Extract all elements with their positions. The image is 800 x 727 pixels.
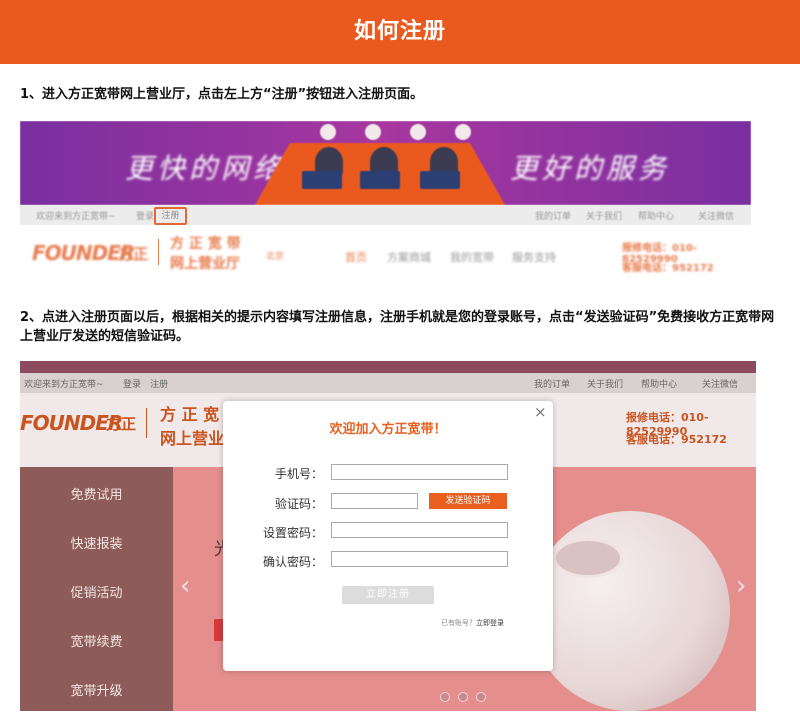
register-submit-button[interactable]: 立即注册 xyxy=(342,586,434,604)
laptop-icon xyxy=(420,171,460,189)
nav-my-broadband[interactable]: 我的宽带 xyxy=(450,249,494,265)
clock-icon xyxy=(320,124,336,140)
subnav-login-link[interactable]: 登录 xyxy=(136,209,154,222)
login-hint: 已有账号？立即登录 xyxy=(441,618,504,628)
subnav-orders-link[interactable]: 我的订单 xyxy=(535,209,571,222)
topnav-register-link[interactable]: 注册 xyxy=(150,377,168,390)
logo-text-cn: 方正 xyxy=(106,415,137,433)
login-link[interactable]: 立即登录 xyxy=(476,619,504,627)
topnav-about-link[interactable]: 关于我们 xyxy=(587,377,623,390)
password-label: 设置密码： xyxy=(262,526,323,540)
subnav-wechat-link[interactable]: 关注微信 xyxy=(698,209,734,222)
top-strip xyxy=(20,361,756,373)
city-selector[interactable]: 北京 xyxy=(266,249,284,262)
slider-dot[interactable] xyxy=(476,692,486,702)
topnav-wechat-link[interactable]: 关注微信 xyxy=(702,377,738,390)
modal-title: 欢迎加入方正宽带！ xyxy=(329,422,447,437)
password-input[interactable] xyxy=(331,522,508,538)
screenshot-homepage: 更快的网络 更好的服务 欢迎来到方正宽带~ 登录 我的订单 关于我们 帮助中心 … xyxy=(20,121,751,281)
site-header: FOUNDER 方正 方 正 宽 带 网上营业厅 北京 首页 方案商城 我的宽带… xyxy=(20,225,751,281)
logo-divider xyxy=(158,239,159,265)
logo-divider xyxy=(146,408,147,438)
step-1-text: 1、进入方正宽带网上营业厅，点击左上方“注册”按钮进入注册页面。 xyxy=(20,87,424,102)
side-menu: 免费试用 快速报装 促销活动 宽带续费 宽带升级 xyxy=(20,467,173,711)
page-title: 如何注册 xyxy=(353,19,446,44)
clock-icon xyxy=(365,124,381,140)
nav-support[interactable]: 服务支持 xyxy=(512,249,556,265)
logo-text-cn: 方正 xyxy=(118,245,149,263)
clock-icon xyxy=(410,124,426,140)
phone-input[interactable] xyxy=(331,464,508,480)
nav-home[interactable]: 首页 xyxy=(345,249,367,265)
banner-slogan-right: 更好的服务 xyxy=(510,152,671,185)
laptop-icon xyxy=(360,171,400,189)
subnav-help-link[interactable]: 帮助中心 xyxy=(638,209,674,222)
topnav-login-link[interactable]: 登录 xyxy=(123,377,141,390)
robot-vacuum-sensor xyxy=(553,538,623,578)
brand-line-2: 网上营业 xyxy=(160,429,225,448)
menu-free-trial[interactable]: 免费试用 xyxy=(20,484,173,503)
laptop-icon xyxy=(302,171,342,189)
top-subnav: 欢迎来到方正宽带~ 登录 注册 我的订单 关于我们 帮助中心 关注微信 xyxy=(20,373,756,393)
menu-promotions[interactable]: 促销活动 xyxy=(20,582,173,601)
step-2-text: 2、点进入注册页面以后，根据相关的提示内容填写注册信息，注册手机就是您的登录账号… xyxy=(20,310,775,344)
nav-shop[interactable]: 方案商城 xyxy=(387,249,431,265)
confirm-password-input[interactable] xyxy=(331,551,508,567)
service-phone: 客服电话：952172 xyxy=(626,433,727,446)
confirm-password-label: 确认密码： xyxy=(262,555,323,569)
register-modal: × 欢迎加入方正宽带！ 手机号： 验证码： 发送验证码 设置密码： 确认密码： … xyxy=(223,401,553,671)
topnav-orders-link[interactable]: 我的订单 xyxy=(534,377,570,390)
brand-line-1: 方 正 宽 带 xyxy=(170,236,241,252)
brand-line-2: 网上营业厅 xyxy=(170,256,240,272)
login-hint-text: 已有账号？ xyxy=(441,619,476,627)
banner-slogan-left: 更快的网络 xyxy=(125,152,286,185)
menu-renewal[interactable]: 宽带续费 xyxy=(20,631,173,650)
code-input[interactable] xyxy=(331,493,418,509)
brand-line-1: 方 正 宽 xyxy=(160,405,220,424)
topnav-welcome: 欢迎来到方正宽带~ xyxy=(24,380,104,390)
topnav-help-link[interactable]: 帮助中心 xyxy=(641,377,677,390)
robot-vacuum-image xyxy=(530,511,730,711)
subnav-welcome: 欢迎来到方正宽带~ xyxy=(36,212,116,222)
send-code-button[interactable]: 发送验证码 xyxy=(429,493,507,509)
code-label: 验证码： xyxy=(274,497,323,511)
slider-next-arrow[interactable]: › xyxy=(736,571,746,601)
menu-quick-install[interactable]: 快速报装 xyxy=(20,533,173,552)
slider-dot[interactable] xyxy=(458,692,468,702)
clock-icon xyxy=(455,124,471,140)
service-phone: 客服电话：952172 xyxy=(622,263,714,274)
phone-label: 手机号： xyxy=(274,467,323,481)
top-subnav: 欢迎来到方正宽带~ 登录 我的订单 关于我们 帮助中心 关注微信 xyxy=(20,205,751,225)
slider-prev-arrow[interactable]: ‹ xyxy=(180,571,190,601)
register-link-highlight[interactable]: 注册 xyxy=(154,207,187,225)
promo-banner: 更快的网络 更好的服务 xyxy=(20,121,751,205)
menu-upgrade[interactable]: 宽带升级 xyxy=(20,680,173,699)
slider-dot[interactable] xyxy=(440,692,450,702)
subnav-about-link[interactable]: 关于我们 xyxy=(586,209,622,222)
